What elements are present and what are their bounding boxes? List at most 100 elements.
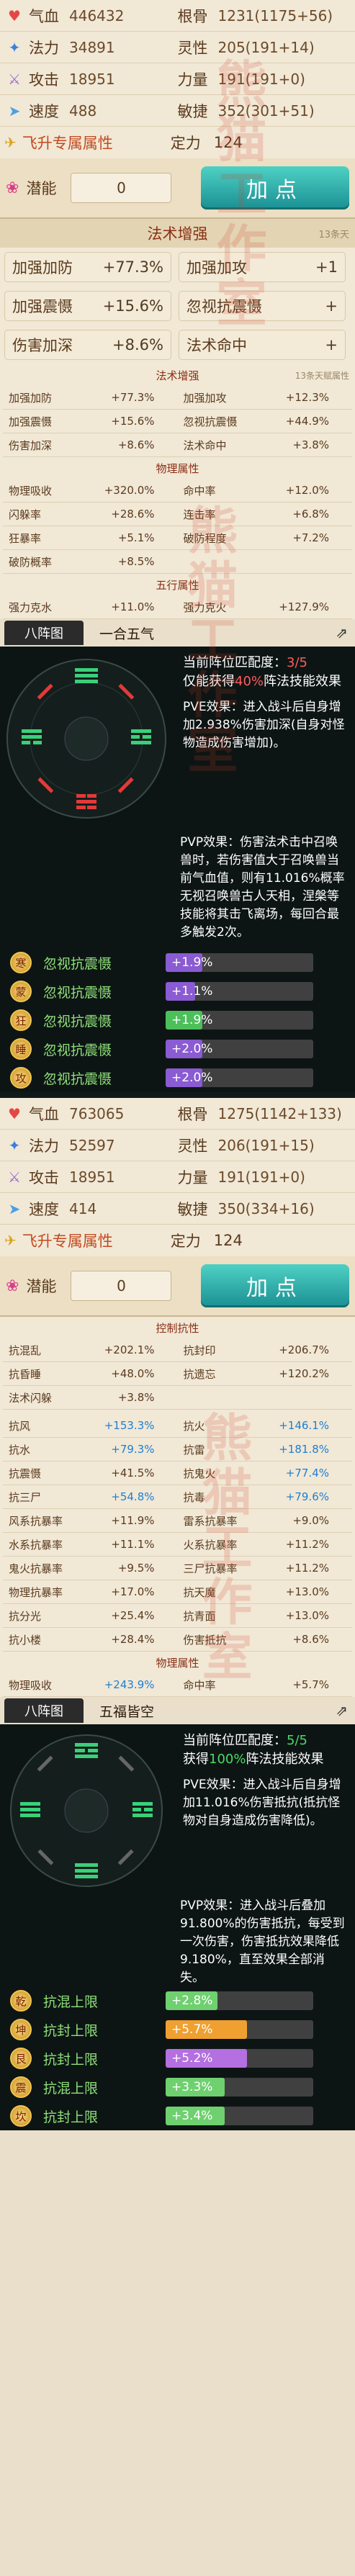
attr-cell: 伤害抵抗 +8.6% bbox=[177, 1628, 352, 1652]
stat-cell: ♥ 气血 763065 bbox=[4, 1103, 178, 1125]
bonus-value: +2.0% bbox=[171, 1042, 213, 1056]
attr-label: 水系抗暴率 bbox=[9, 1538, 63, 1552]
potential-row-2: ❀ 潜能 0 加点 bbox=[0, 1256, 355, 1317]
attr-label: 抗小楼 bbox=[9, 1633, 42, 1647]
stat-label: 灵性 bbox=[177, 1137, 208, 1155]
match-count: 3/5 bbox=[287, 655, 307, 670]
position-badge-icon: 震 bbox=[10, 2076, 32, 2098]
bonus-label: 忽视抗震慑 bbox=[43, 1013, 112, 1030]
ctrl-header: 控制抗性 bbox=[0, 1317, 355, 1338]
tab-formation-2[interactable]: 八阵图 bbox=[4, 1698, 84, 1723]
attr-label: 抗天魔 bbox=[183, 1585, 216, 1599]
pvp-effect-2: PVP效果：进入战斗后叠加91.800%的伤害抵抗，每受到一次伤害，伤害抵抗效果… bbox=[0, 1897, 355, 1983]
tab-formation[interactable]: 八阵图 bbox=[4, 621, 84, 645]
position-badge-icon: 寒 bbox=[10, 952, 32, 973]
stat-label: 气血 bbox=[29, 1105, 59, 1123]
attr-cell: 连击率 +6.8% bbox=[177, 503, 352, 526]
magic-pill: 加强加防 +77.3% bbox=[4, 252, 171, 282]
attr-cell: 狂暴率 +5.1% bbox=[3, 526, 178, 550]
bonus-value: +5.7% bbox=[171, 2022, 213, 2037]
attr-value: +13.0% bbox=[285, 1585, 329, 1598]
bonus-bar: +2.0% bbox=[166, 1068, 313, 1087]
attr-cell: 法术闪躲 +3.8% bbox=[3, 1386, 178, 1410]
gain-post-2: 阵法技能效果 bbox=[246, 1752, 324, 1767]
attr-value: +9.0% bbox=[292, 1514, 329, 1527]
position-badge-icon: 乾 bbox=[10, 1990, 32, 2012]
blood-icon: ♥ bbox=[8, 6, 21, 24]
phys-title: 物理属性 bbox=[156, 461, 199, 475]
attr-cell: 抗遗忘 +120.2% bbox=[177, 1362, 352, 1386]
magic-pill: 加强加攻 +1 bbox=[179, 252, 346, 282]
attr-value: +44.9% bbox=[285, 415, 329, 428]
stat-cell: 力量 191(191+0) bbox=[178, 68, 351, 90]
attr-label: 法术命中 bbox=[183, 438, 227, 452]
attr-cell: 破防概率 +8.5% bbox=[3, 550, 178, 574]
attr-label: 忽视抗震慑 bbox=[183, 415, 238, 428]
attr-value: +8.6% bbox=[292, 1633, 329, 1646]
stat-cell: ➤ 速度 414 bbox=[4, 1198, 178, 1220]
bonus-label: 忽视抗震慑 bbox=[43, 1042, 112, 1058]
pill-label: 伤害加深 bbox=[12, 337, 73, 354]
position-badge-icon: 坤 bbox=[10, 2019, 32, 2040]
bonus-bar: +2.0% bbox=[166, 1040, 313, 1058]
stat-label: 攻击 bbox=[29, 1168, 59, 1186]
attr-value: +127.9% bbox=[279, 600, 329, 613]
attr-value: +12.3% bbox=[285, 391, 329, 404]
stat-cell: ✦ 法力 34891 bbox=[4, 37, 178, 58]
attr-label: 命中率 bbox=[183, 1678, 216, 1692]
attr-value: +48.0% bbox=[111, 1367, 155, 1380]
attr-cell: 三尸抗暴率 +11.2% bbox=[177, 1557, 352, 1580]
bonus-label: 抗混上限 bbox=[43, 2080, 99, 2097]
share-icon-2[interactable]: ⇗ bbox=[336, 1702, 348, 1719]
gain-line: 仅能获得40%阵法技能效果 bbox=[183, 672, 348, 691]
bonus-value: +5.2% bbox=[171, 2051, 213, 2066]
attr-label: 抗火 bbox=[183, 1419, 205, 1433]
formation-info-2: 当前阵位匹配度：5/5 获得100%阵法技能效果 PVE效果：进入战斗后自身增加… bbox=[173, 1724, 355, 1897]
stats-panel-2: ♥ 气血 763065 根骨 1275(1142+133) ✦ 法力 52597 灵性 206(1… bbox=[0, 1098, 355, 1697]
bonus-bar: +1.9% bbox=[166, 953, 313, 972]
attr-cell: 物理吸收 +243.9% bbox=[3, 1673, 178, 1697]
magic-pill: 忽视抗震慑 + bbox=[179, 291, 346, 321]
stat-label: 根骨 bbox=[177, 7, 208, 25]
stat-value: 18951 bbox=[69, 70, 115, 88]
fly-key: 定力 bbox=[170, 135, 201, 152]
formation-panel-1: 八阵图 一合五气 ⇗ 当前阵位匹配度：3/5 仅能获得40%阵法技能效果 PVE… bbox=[0, 619, 355, 1098]
bonus-bar: +1.9% bbox=[166, 1011, 313, 1030]
formation-panel-2: 八阵图 五福皆空 ⇗ 当前阵位匹配度：5/5 获得100%阵法技能效果 PVE效… bbox=[0, 1697, 355, 2130]
attr-value: +25.4% bbox=[111, 1609, 155, 1622]
attr-label: 抗水 bbox=[9, 1443, 31, 1456]
attr-value: +12.0% bbox=[285, 484, 329, 497]
stat-cell: 根骨 1231(1175+56) bbox=[178, 5, 351, 27]
stat-value: 414 bbox=[69, 1199, 97, 1217]
pill-value: + bbox=[325, 297, 338, 315]
magic-small-title: 法术增强 bbox=[156, 369, 199, 382]
stat-value: 206(191+15) bbox=[217, 1136, 315, 1154]
attr-cell: 法术命中 +3.8% bbox=[177, 433, 352, 457]
stat-label: 攻击 bbox=[29, 71, 59, 89]
attr-label: 抗分光 bbox=[9, 1609, 42, 1623]
bonus-label: 抗混上限 bbox=[43, 1994, 99, 2010]
stat-cell: 敏捷 352(301+51) bbox=[178, 100, 351, 122]
attr-cell: 抗昏睡 +48.0% bbox=[3, 1362, 178, 1386]
attr-cell: 抗风 +153.3% bbox=[3, 1414, 178, 1438]
attr-value: +5.7% bbox=[292, 1678, 329, 1691]
share-icon[interactable]: ⇗ bbox=[336, 624, 348, 641]
position-badge-icon: 坎 bbox=[10, 2105, 32, 2127]
potential-value-2: 0 bbox=[71, 1271, 172, 1301]
bonus-value: +1.9% bbox=[171, 1013, 213, 1027]
attr-label: 狂暴率 bbox=[9, 531, 42, 545]
bonus-value: +3.3% bbox=[171, 2080, 213, 2094]
stat-row: ♥ 气血 446432 根骨 1231(1175+56) bbox=[0, 0, 355, 32]
attr-cell: 强力克水 +11.0% bbox=[3, 595, 178, 619]
attr-cell: 破防程度 +7.2% bbox=[177, 526, 352, 550]
position-badge-icon: 攻 bbox=[10, 1067, 32, 1089]
stat-value: 446432 bbox=[69, 6, 125, 24]
add-point-button[interactable]: 加点 bbox=[201, 166, 349, 210]
phys-title-2: 物理属性 bbox=[156, 1656, 199, 1670]
fly-val: 124 bbox=[213, 134, 243, 151]
attr-value: +181.8% bbox=[279, 1443, 329, 1456]
add-point-button-2[interactable]: 加点 bbox=[201, 1264, 349, 1307]
stat-value: 191(191+0) bbox=[217, 70, 305, 88]
stat-cell: ⚔ 攻击 18951 bbox=[4, 1166, 178, 1188]
attr-label: 抗混乱 bbox=[9, 1343, 42, 1357]
